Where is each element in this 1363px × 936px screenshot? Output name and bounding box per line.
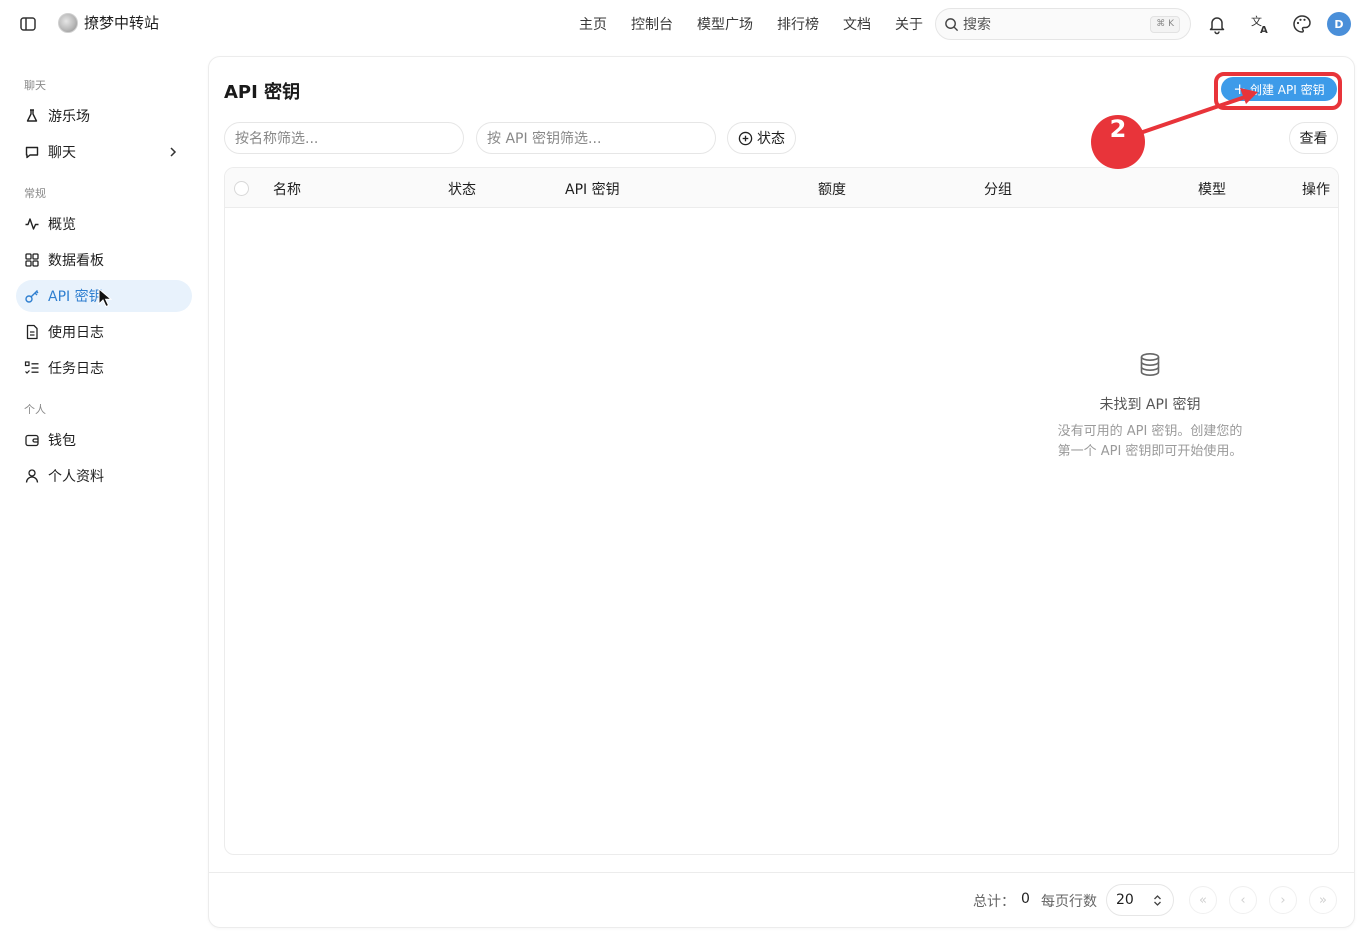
- sidebar-item-label: 钱包: [48, 433, 76, 449]
- chevron-left-icon: ‹: [1240, 892, 1246, 908]
- empty-state-desc-line1: 没有可用的 API 密钥。创建您的: [1057, 424, 1243, 439]
- total-value: 0: [1021, 891, 1030, 907]
- brand-name: 撩梦中转站: [84, 14, 160, 32]
- empty-state-desc-line2: 第一个 API 密钥即可开始使用。: [1057, 444, 1243, 459]
- first-page-button[interactable]: «: [1189, 886, 1217, 914]
- status-filter-button[interactable]: 状态: [727, 122, 796, 154]
- rows-per-page-label: 每页行数: [1041, 894, 1097, 910]
- search-icon: [945, 17, 959, 31]
- select-all-checkbox[interactable]: [234, 181, 249, 196]
- nav-model-square[interactable]: 模型广场: [697, 14, 753, 34]
- last-page-button[interactable]: »: [1309, 886, 1337, 914]
- next-page-button[interactable]: ›: [1269, 886, 1297, 914]
- nav-home[interactable]: 主页: [579, 14, 607, 34]
- annotation-highlight-box: [1214, 72, 1342, 110]
- translate-icon[interactable]: 文 A: [1249, 13, 1271, 35]
- flask-icon: [26, 109, 38, 122]
- sidebar-item-usage-logs[interactable]: 使用日志: [16, 316, 192, 348]
- sidebar-item-label: 概览: [48, 217, 76, 233]
- nav-docs[interactable]: 文档: [843, 14, 871, 34]
- annotation-step-badge: 2: [1091, 115, 1145, 169]
- sidebar-item-label: 使用日志: [48, 325, 104, 341]
- api-keys-table: 名称 状态 API 密钥 额度 分组 模型 操作: [224, 167, 1339, 855]
- sidebar-item-profile[interactable]: 个人资料: [16, 460, 192, 492]
- column-api-key[interactable]: API 密钥: [565, 179, 620, 199]
- sidebar-group-general: 常规: [24, 187, 46, 200]
- total-label: 总计：: [973, 894, 1015, 910]
- nav-console[interactable]: 控制台: [631, 14, 673, 34]
- prev-page-button[interactable]: ‹: [1229, 886, 1257, 914]
- sidebar-item-label: 个人资料: [48, 469, 104, 485]
- empty-state-title: 未找到 API 密钥: [1099, 397, 1201, 413]
- column-actions: 操作: [1302, 182, 1330, 198]
- sidebar-item-label: 游乐场: [48, 109, 90, 125]
- nav-about[interactable]: 关于: [895, 14, 923, 34]
- sidebar-item-chat[interactable]: 聊天: [16, 136, 192, 168]
- dashboard-icon: [25, 253, 39, 267]
- list-icon: [24, 361, 39, 374]
- double-chevron-left-icon: «: [1199, 892, 1207, 908]
- status-filter-label: 状态: [757, 131, 785, 147]
- rows-per-page-select[interactable]: 20: [1106, 884, 1174, 916]
- sidebar-item-label: 聊天: [48, 145, 76, 161]
- view-button[interactable]: 查看: [1289, 122, 1338, 154]
- name-filter-input[interactable]: 按名称筛选...: [224, 122, 464, 154]
- sidebar-group-personal: 个人: [24, 403, 46, 416]
- sidebar-item-dashboard[interactable]: 数据看板: [16, 244, 192, 276]
- top-bar: 撩梦中转站 主页 控制台 模型广场 排行榜 文档 关于 搜索 ⌘ K 文 A D: [0, 0, 1363, 48]
- chevron-right-icon: [170, 147, 177, 157]
- search-placeholder: 搜索: [963, 17, 991, 33]
- search-shortcut: ⌘ K: [1150, 16, 1180, 33]
- double-chevron-right-icon: »: [1319, 892, 1327, 908]
- column-group[interactable]: 分组: [984, 179, 1012, 199]
- chevron-updown-icon: [1154, 895, 1161, 906]
- key-filter-input[interactable]: 按 API 密钥筛选...: [476, 122, 716, 154]
- empty-state-description: 没有可用的 API 密钥。创建您的 第一个 API 密钥即可开始使用。: [1040, 422, 1260, 462]
- sidebar-group-chat: 聊天: [24, 79, 46, 92]
- column-model[interactable]: 模型: [1198, 179, 1226, 199]
- sidebar-item-playground[interactable]: 游乐场: [16, 100, 192, 132]
- plus-circle-icon: [738, 131, 753, 145]
- sidebar-item-wallet[interactable]: 钱包: [16, 424, 192, 456]
- brand-logo: [58, 12, 78, 33]
- sidebar: 聊天 游乐场 聊天 常规 概览 数据看板 API 密钥 使用日志 任务日志 个人…: [0, 48, 208, 936]
- sidebar-item-label: 任务日志: [48, 361, 104, 377]
- log-icon: [26, 324, 38, 340]
- palette-icon[interactable]: [1291, 13, 1313, 35]
- database-icon: [1140, 352, 1160, 376]
- sidebar-item-task-logs[interactable]: 任务日志: [16, 352, 192, 384]
- column-status[interactable]: 状态: [448, 179, 476, 199]
- brand[interactable]: 撩梦中转站: [58, 12, 159, 33]
- wallet-icon: [25, 434, 39, 447]
- message-icon: [25, 146, 39, 159]
- sidebar-item-label: API 密钥: [48, 289, 103, 305]
- nav-rankings[interactable]: 排行榜: [777, 14, 819, 34]
- sidebar-item-overview[interactable]: 概览: [16, 208, 192, 240]
- sidebar-item-label: 数据看板: [48, 253, 104, 269]
- column-quota[interactable]: 额度: [818, 179, 846, 199]
- chevron-right-icon: ›: [1280, 892, 1286, 908]
- user-icon: [25, 469, 39, 483]
- pagination-bar: [208, 872, 1355, 928]
- search-input[interactable]: 搜索 ⌘ K: [935, 8, 1191, 40]
- key-icon: [25, 290, 39, 303]
- table-header: 名称 状态 API 密钥 额度 分组 模型 操作: [225, 168, 1338, 208]
- bell-icon[interactable]: [1206, 13, 1228, 35]
- empty-state: 未找到 API 密钥 没有可用的 API 密钥。创建您的 第一个 API 密钥即…: [1040, 352, 1260, 462]
- mouse-cursor-icon: [98, 288, 113, 308]
- avatar[interactable]: D: [1327, 12, 1351, 36]
- page-title: API 密钥: [224, 82, 301, 103]
- column-name[interactable]: 名称: [273, 179, 301, 199]
- sidebar-toggle-icon[interactable]: [19, 15, 37, 33]
- activity-icon: [25, 218, 39, 230]
- top-nav: 主页 控制台 模型广场 排行榜 文档 关于: [579, 14, 947, 34]
- svg-text:A: A: [1260, 25, 1268, 35]
- rows-per-page-value: 20: [1116, 892, 1134, 908]
